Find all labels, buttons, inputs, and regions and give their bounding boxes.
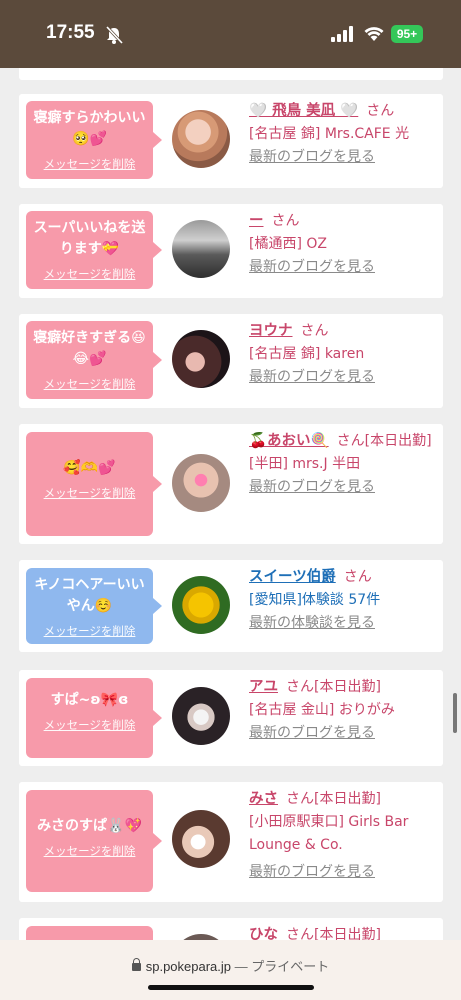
message-card: 🥰🫶💕 メッセージを削除 🍒あおい🍭 さん[本日出勤] [半田] mrs.J 半田… [19,424,443,544]
latest-blog-link[interactable]: 最新のブログを見る [249,146,439,169]
shop-name: [名古屋 錦] Mrs.CAFE 光 [249,126,410,142]
avatar[interactable] [172,330,230,388]
message-bubble: 寝癖すらかわいい🥺💕 メッセージを削除 [26,101,162,179]
latest-blog-link[interactable]: 最新のブログを見る [249,476,439,499]
message-card: すぱ~ʚ🎀ɞ メッセージを削除 アユ さん[本日出勤] [名古屋 金山] おりがみ… [19,670,443,766]
delete-message-link[interactable]: メッセージを削除 [30,485,149,501]
latest-blog-link[interactable]: 最新のブログを見る [249,861,439,884]
home-indicator[interactable] [148,985,314,990]
message-text: みさのすぱ🐰💖 [37,818,142,834]
latest-blog-link[interactable]: 最新のブログを見る [249,722,439,745]
delete-message-link[interactable]: メッセージを削除 [30,376,149,392]
lock-icon [131,958,141,971]
shop-name: [半田] mrs.J 半田 [249,456,361,472]
latest-review-link[interactable]: 最新の体験談を見る [249,612,439,635]
honorific: さん [343,569,372,585]
profile-info: スイーツ伯爵 さん [愛知県]体験談 57件 最新の体験談を見る [249,566,439,635]
avatar[interactable] [172,576,230,634]
latest-blog-link[interactable]: 最新のブログを見る [249,256,439,279]
profile-name-link[interactable]: ヨウナ [249,323,293,339]
url-text: sp.pokepara.jp [145,959,232,974]
latest-blog-link[interactable]: 最新のブログを見る [249,366,439,389]
profile-name-link[interactable]: スイーツ伯爵 [249,569,336,585]
shop-name: [名古屋 錦] karen [249,346,365,362]
profile-info: みさ さん[本日出勤] [小田原駅東口] Girls Bar Lounge & C… [249,788,439,884]
message-text: 寝癖好きすぎる😆😂💕 [33,330,146,367]
shop-name: [愛知県]体験談 57件 [249,592,381,608]
message-card: 寝癖すらかわいい🥺💕 メッセージを削除 🤍 飛鳥 美凪 🤍 さん [名古屋 錦] … [19,94,443,188]
avatar[interactable] [172,687,230,745]
profile-name-link[interactable]: 🍒あおい🍭 [249,433,329,449]
card-partial-top [19,68,443,80]
message-text: スーパいいねを送ります💝 [33,220,146,257]
profile-info: ーさん [橘通西] OZ 最新のブログを見る [249,210,439,279]
message-card: 寝癖好きすぎる😆😂💕 メッセージを削除 ヨウナ さん [名古屋 錦] karen … [19,314,443,408]
delete-message-link[interactable]: メッセージを削除 [30,623,149,639]
message-card: スーパいいねを送ります💝 メッセージを削除 ーさん [橘通西] OZ 最新のブロ… [19,204,443,298]
bell-muted-icon [105,25,124,45]
honorific: さん[本日出勤] [336,433,432,449]
message-bubble: 寝癖好きすぎる😆😂💕 メッセージを削除 [26,321,162,399]
clock: 17:55 [46,22,95,43]
honorific: さん [300,323,329,339]
avatar[interactable] [172,110,230,168]
honorific: さん [271,213,300,229]
delete-message-link[interactable]: メッセージを削除 [30,717,149,733]
message-text: 🥰🫶💕 [63,460,116,476]
address-bar[interactable]: sp.pokepara.jp — プライベート [0,956,461,975]
profile-name-link[interactable]: アユ [249,679,278,695]
message-bubble: スーパいいねを送ります💝 メッセージを削除 [26,211,162,289]
profile-name-link[interactable]: ー [249,213,264,229]
delete-message-link[interactable]: メッセージを削除 [30,156,149,172]
shop-name: [橘通西] OZ [249,236,327,252]
honorific: さん [366,103,395,119]
status-bar: 17:55 95+ [0,0,461,68]
avatar[interactable] [172,454,230,512]
message-bubble: キノコヘアーいいやん☺️ メッセージを削除 [26,568,162,644]
profile-info: 🤍 飛鳥 美凪 🤍 さん [名古屋 錦] Mrs.CAFE 光 最新のブログを見る [249,100,439,169]
message-text: キノコヘアーいいやん☺️ [34,577,145,614]
delete-message-link[interactable]: メッセージを削除 [30,266,149,282]
message-bubble: すぱ~ʚ🎀ɞ メッセージを削除 [26,678,162,758]
message-bubble: みさのすぱ🐰💖 メッセージを削除 [26,790,162,892]
profile-info: ヨウナ さん [名古屋 錦] karen 最新のブログを見る [249,320,439,389]
private-mode-label: — プライベート [234,959,330,974]
avatar[interactable] [172,810,230,868]
message-bubble: 🥰🫶💕 メッセージを削除 [26,432,162,536]
honorific: さん[本日出勤] [286,679,381,695]
cellular-signal-icon [331,26,353,42]
wifi-icon [364,27,384,41]
scrollbar-thumb[interactable] [453,693,457,733]
profile-info: アユ さん[本日出勤] [名古屋 金山] おりがみ 最新のブログを見る [249,676,439,745]
profile-name-link[interactable]: 🤍 飛鳥 美凪 🤍 [249,103,358,119]
avatar[interactable] [172,220,230,278]
shop-name: [名古屋 金山] おりがみ [249,702,395,718]
message-card: キノコヘアーいいやん☺️ メッセージを削除 スイーツ伯爵 さん [愛知県]体験談 … [19,560,443,652]
message-card: みさのすぱ🐰💖 メッセージを削除 みさ さん[本日出勤] [小田原駅東口] Gir… [19,782,443,902]
battery-indicator: 95+ [391,25,423,43]
shop-name: [小田原駅東口] Girls Bar Lounge & Co. [249,814,409,853]
message-text: すぱ~ʚ🎀ɞ [50,692,129,708]
message-text: 寝癖すらかわいい🥺💕 [33,110,146,147]
browser-bottom-bar: sp.pokepara.jp — プライベート [0,940,461,1000]
profile-name-link[interactable]: みさ [249,791,278,807]
delete-message-link[interactable]: メッセージを削除 [30,843,149,859]
honorific: さん[本日出勤] [286,791,381,807]
profile-info: 🍒あおい🍭 さん[本日出勤] [半田] mrs.J 半田 最新のブログを見る [249,430,439,499]
